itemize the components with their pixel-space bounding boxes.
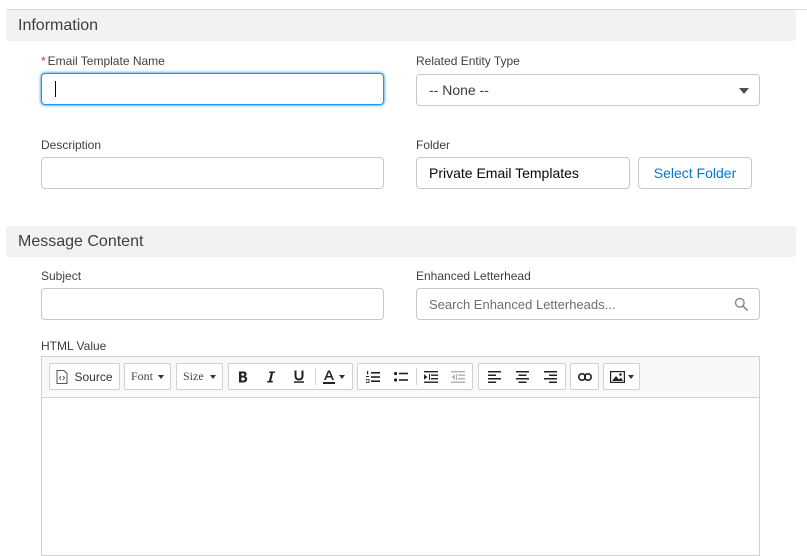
- size-dropdown[interactable]: Size: [177, 364, 222, 389]
- font-combo[interactable]: Font: [124, 363, 171, 390]
- editor-content-area[interactable]: [42, 398, 759, 555]
- text-color-chevron-down-icon: [339, 374, 345, 379]
- folder-value: Private Email Templates: [429, 165, 579, 181]
- source-label: Source: [74, 369, 113, 384]
- image-chevron-down-icon: [627, 374, 634, 379]
- image-icon: [609, 370, 625, 383]
- bulleted-list-button[interactable]: [388, 364, 414, 389]
- underline-button[interactable]: [287, 364, 311, 389]
- numbered-list-button[interactable]: [360, 364, 386, 389]
- font-label: Font: [131, 369, 154, 383]
- editor-toolbar: Source Font Size: [42, 357, 759, 398]
- required-indicator: *: [41, 54, 46, 68]
- size-label: Size: [183, 369, 204, 383]
- enhanced-letterhead-label: Enhanced Letterhead: [416, 269, 531, 283]
- text-cursor: [55, 81, 56, 97]
- folder-label: Folder: [416, 138, 451, 152]
- numbered-list-icon: [366, 370, 380, 383]
- toolbar-group-link: [570, 363, 599, 390]
- email-template-name-label-text: Email Template Name: [47, 54, 165, 68]
- toolbar-group-lists: [357, 363, 473, 390]
- bold-icon: [239, 371, 248, 382]
- text-color-icon: [323, 370, 335, 384]
- toolbar-group-image: [603, 363, 640, 390]
- bulleted-list-icon: [394, 371, 408, 382]
- toolbar-group-basic-styles: [228, 363, 353, 390]
- italic-icon: [267, 371, 275, 382]
- align-right-button[interactable]: [537, 364, 563, 389]
- toolbar-separator: [315, 368, 316, 385]
- enhanced-letterhead-search[interactable]: Search Enhanced Letterheads...: [416, 288, 760, 320]
- description-input[interactable]: [41, 157, 384, 189]
- align-left-button[interactable]: [481, 364, 507, 389]
- email-template-name-label: * Email Template Name: [41, 54, 165, 68]
- source-icon: [56, 369, 68, 384]
- indent-icon: [424, 370, 438, 383]
- toolbar-separator: [416, 368, 417, 385]
- align-left-icon: [487, 370, 501, 383]
- search-icon: [734, 297, 748, 311]
- description-label: Description: [41, 138, 102, 152]
- link-icon: [577, 372, 592, 381]
- email-template-name-input[interactable]: [41, 73, 384, 105]
- italic-button[interactable]: [259, 364, 283, 389]
- html-editor[interactable]: Source Font Size: [41, 356, 760, 556]
- outdent-icon: [451, 370, 465, 383]
- toolbar-group-source: Source: [49, 363, 120, 390]
- subject-input[interactable]: [41, 288, 384, 320]
- font-dropdown[interactable]: Font: [125, 364, 170, 389]
- indent-button[interactable]: [419, 364, 443, 389]
- toolbar-group-align: [478, 363, 566, 390]
- outdent-button[interactable]: [446, 364, 470, 389]
- related-entity-type-select[interactable]: -- None --: [416, 74, 760, 106]
- text-color-button[interactable]: [318, 364, 350, 389]
- chevron-down-icon: [739, 88, 749, 94]
- link-button[interactable]: [571, 364, 598, 389]
- source-button[interactable]: Source: [50, 364, 119, 389]
- select-folder-button[interactable]: Select Folder: [638, 157, 752, 189]
- align-right-icon: [543, 370, 557, 383]
- font-chevron-down-icon: [158, 374, 164, 379]
- size-combo[interactable]: Size: [176, 363, 223, 390]
- enhanced-letterhead-placeholder: Search Enhanced Letterheads...: [429, 297, 616, 312]
- align-center-button[interactable]: [509, 364, 535, 389]
- section-header-message-content[interactable]: Message Content: [6, 226, 796, 257]
- subject-label: Subject: [41, 269, 82, 283]
- related-entity-type-value: -- None --: [429, 82, 489, 98]
- align-center-icon: [515, 370, 529, 383]
- underline-icon: [294, 370, 304, 383]
- section-header-information[interactable]: Information: [6, 10, 796, 41]
- folder-input[interactable]: Private Email Templates: [416, 157, 630, 189]
- image-button[interactable]: [604, 364, 639, 389]
- html-value-label: HTML Value: [41, 339, 107, 353]
- size-chevron-down-icon: [210, 374, 216, 379]
- bold-button[interactable]: [231, 364, 255, 389]
- related-entity-type-label: Related Entity Type: [416, 54, 520, 68]
